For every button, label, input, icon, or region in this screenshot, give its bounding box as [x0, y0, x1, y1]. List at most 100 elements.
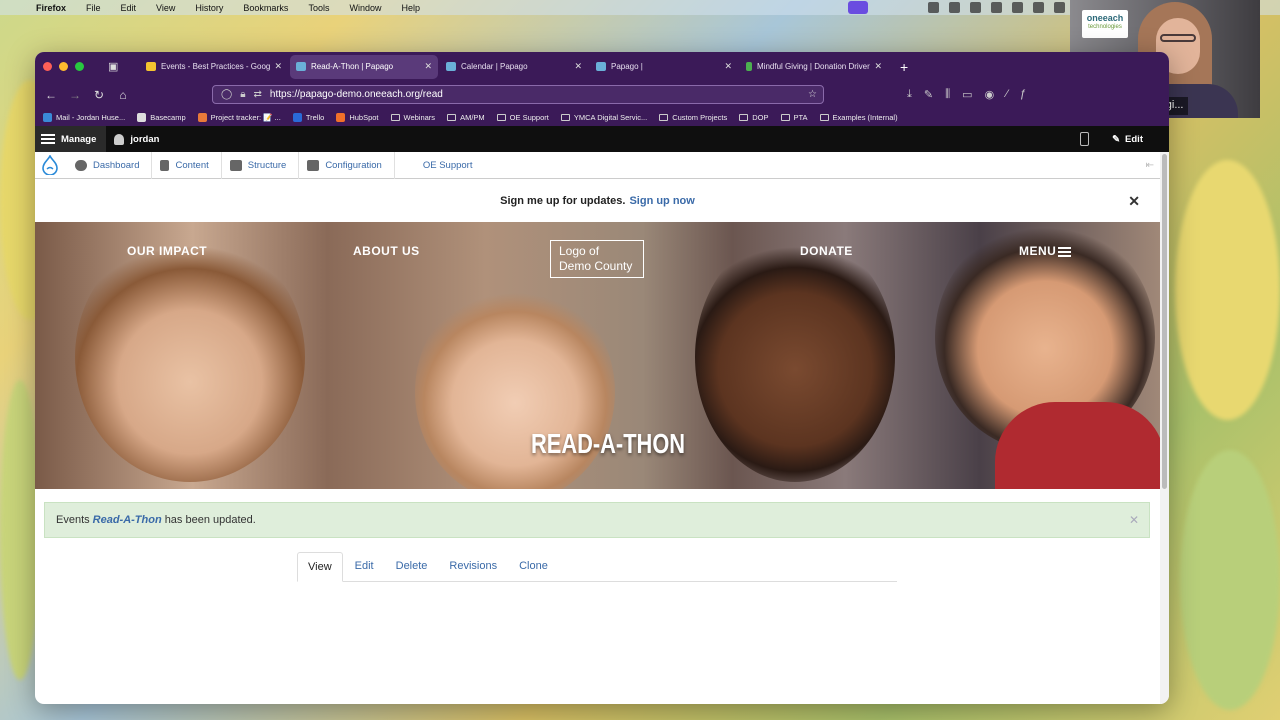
- nav-our-impact[interactable]: OUR IMPACT: [127, 244, 207, 258]
- tray-oe-support[interactable]: OE Support: [395, 152, 485, 179]
- menu-view[interactable]: View: [156, 3, 175, 13]
- bookmark-hubspot[interactable]: HubSpot: [336, 112, 379, 122]
- close-tab-icon[interactable]: ✕: [424, 61, 432, 72]
- tab-view[interactable]: View: [297, 552, 343, 582]
- tray-configuration[interactable]: Configuration: [299, 151, 395, 179]
- nav-donate[interactable]: DONATE: [800, 244, 853, 258]
- close-tab-icon[interactable]: ✕: [574, 61, 582, 72]
- close-tab-icon[interactable]: ✕: [274, 61, 282, 72]
- forward-icon[interactable]: →: [63, 88, 87, 102]
- shield-icon[interactable]: ◯: [221, 89, 232, 100]
- status-prefix: Events: [56, 514, 90, 526]
- folder-icon: [560, 113, 570, 121]
- screen-share-icon[interactable]: [848, 1, 868, 14]
- bookmark-folder-examples[interactable]: Examples (Internal): [819, 113, 898, 122]
- maximize-window-icon[interactable]: [75, 62, 84, 71]
- nav-menu[interactable]: MENU: [1019, 244, 1072, 258]
- headphones-icon[interactable]: [991, 2, 1002, 13]
- manage-button[interactable]: Manage: [35, 126, 107, 152]
- bookmark-label: Mail - Jordan Huse...: [56, 112, 126, 122]
- tab-events-best-practices[interactable]: Events - Best Practices - Goog ✕: [140, 55, 288, 79]
- menu-window[interactable]: Window: [349, 3, 381, 13]
- dashboard-icon: [75, 159, 87, 171]
- close-tab-icon[interactable]: ✕: [874, 61, 882, 72]
- browser-window: ▣ Events - Best Practices - Goog ✕ Read-…: [35, 52, 1169, 704]
- sidebar-icon[interactable]: ▭: [962, 88, 972, 101]
- user-button[interactable]: jordan: [114, 133, 159, 145]
- pen-icon[interactable]: ⁄: [1006, 88, 1008, 101]
- collapse-tray-icon[interactable]: ⇤: [1146, 160, 1154, 171]
- bookmark-folder-oe-support[interactable]: OE Support: [496, 113, 549, 122]
- menu-help[interactable]: Help: [401, 3, 420, 13]
- tracker-icon: [197, 112, 207, 122]
- gear-icon[interactable]: [970, 2, 981, 13]
- close-icon[interactable]: ✕: [1129, 513, 1139, 527]
- tab-delete[interactable]: Delete: [386, 552, 438, 581]
- bookmark-mail[interactable]: Mail - Jordan Huse...: [43, 112, 126, 122]
- address-bar[interactable]: ◯ 🔒︎ ⇄ https://papago-demo.oneeach.org/r…: [212, 85, 824, 104]
- menu-edit[interactable]: Edit: [121, 3, 137, 13]
- site-logo[interactable]: Logo of Demo County: [550, 240, 644, 278]
- drupal-logo-icon[interactable]: [41, 155, 59, 175]
- battery-icon[interactable]: [1054, 2, 1065, 13]
- menu-app-name[interactable]: Firefox: [36, 3, 66, 13]
- scrollbar-thumb[interactable]: [1162, 154, 1167, 489]
- bookmark-star-icon[interactable]: ☆: [808, 89, 817, 100]
- reload-icon[interactable]: ↻: [87, 88, 111, 102]
- display-icon[interactable]: [1012, 2, 1023, 13]
- url-text[interactable]: https://papago-demo.oneeach.org/read: [270, 89, 443, 100]
- tab-mindful-giving[interactable]: Mindful Giving | Donation Driver ✕: [740, 55, 888, 79]
- bookmark-project-tracker[interactable]: Project tracker: 📝 ...: [197, 112, 281, 122]
- device-preview-icon[interactable]: [1080, 132, 1089, 146]
- close-tab-icon[interactable]: ✕: [724, 61, 732, 72]
- tab-papago[interactable]: Papago | ✕: [590, 55, 738, 79]
- close-icon[interactable]: ✕: [1128, 193, 1140, 210]
- tray-dashboard[interactable]: Dashboard: [67, 151, 153, 179]
- tab-calendar[interactable]: Calendar | Papago ✕: [440, 55, 588, 79]
- logo-line-1: Logo of: [559, 244, 600, 258]
- tray-structure[interactable]: Structure: [222, 151, 300, 179]
- bookmark-trello[interactable]: Trello: [292, 112, 325, 122]
- function-icon[interactable]: ƒ: [1020, 88, 1026, 101]
- folder-icon: [739, 113, 749, 121]
- new-tab-icon[interactable]: +: [900, 59, 908, 75]
- tab-manager-icon[interactable]: ▣: [108, 60, 128, 73]
- tab-read-a-thon[interactable]: Read-A-Thon | Papago ✕: [290, 54, 438, 79]
- tab-revisions[interactable]: Revisions: [439, 552, 507, 581]
- minimize-window-icon[interactable]: [59, 62, 68, 71]
- fox-icon[interactable]: [928, 2, 939, 13]
- trello-icon: [292, 112, 302, 122]
- menu-file[interactable]: File: [86, 3, 101, 13]
- extension-icon[interactable]: ✎: [924, 88, 933, 101]
- menu-tools[interactable]: Tools: [308, 3, 329, 13]
- status-item-link[interactable]: Read-A-Thon: [93, 514, 162, 526]
- site-settings-icon[interactable]: ⇄: [254, 89, 262, 100]
- download-icon[interactable]: ⤓: [907, 88, 912, 101]
- profile-icon[interactable]: ◉: [985, 88, 995, 101]
- menu-bookmarks[interactable]: Bookmarks: [243, 3, 288, 13]
- tab-edit[interactable]: Edit: [345, 552, 384, 581]
- bookmark-folder-ymca[interactable]: YMCA Digital Servic...: [560, 112, 648, 122]
- bookmark-folder-dop[interactable]: DOP: [739, 113, 769, 122]
- nav-about-us[interactable]: ABOUT US: [353, 244, 420, 258]
- tab-clone[interactable]: Clone: [509, 552, 558, 581]
- back-icon[interactable]: ←: [39, 88, 63, 102]
- menu-history[interactable]: History: [195, 3, 223, 13]
- library-icon[interactable]: ⫼: [945, 88, 950, 101]
- lock-icon[interactable]: 🔒︎: [240, 89, 245, 100]
- bookmark-folder-custom-projects[interactable]: Custom Projects: [659, 113, 727, 122]
- signup-link[interactable]: Sign up now: [629, 195, 694, 207]
- bookmark-folder-ampm[interactable]: AM/PM: [447, 113, 485, 122]
- creative-cloud-icon[interactable]: [949, 2, 960, 13]
- bookmark-label: Trello: [305, 112, 325, 122]
- tray-content[interactable]: Content: [152, 151, 222, 179]
- home-icon[interactable]: ⌂: [111, 88, 135, 102]
- edit-mode-button[interactable]: ✎ Edit: [1112, 134, 1143, 145]
- close-window-icon[interactable]: [43, 62, 52, 71]
- bookmark-basecamp[interactable]: Basecamp: [137, 112, 186, 122]
- bookmark-folder-webinars[interactable]: Webinars: [390, 113, 435, 122]
- bookmark-label: YMCA Digital Servic...: [573, 112, 648, 122]
- scrollbar[interactable]: [1160, 152, 1169, 704]
- bookmark-folder-pta[interactable]: PTA: [780, 113, 808, 122]
- bluetooth-icon[interactable]: [1033, 2, 1044, 13]
